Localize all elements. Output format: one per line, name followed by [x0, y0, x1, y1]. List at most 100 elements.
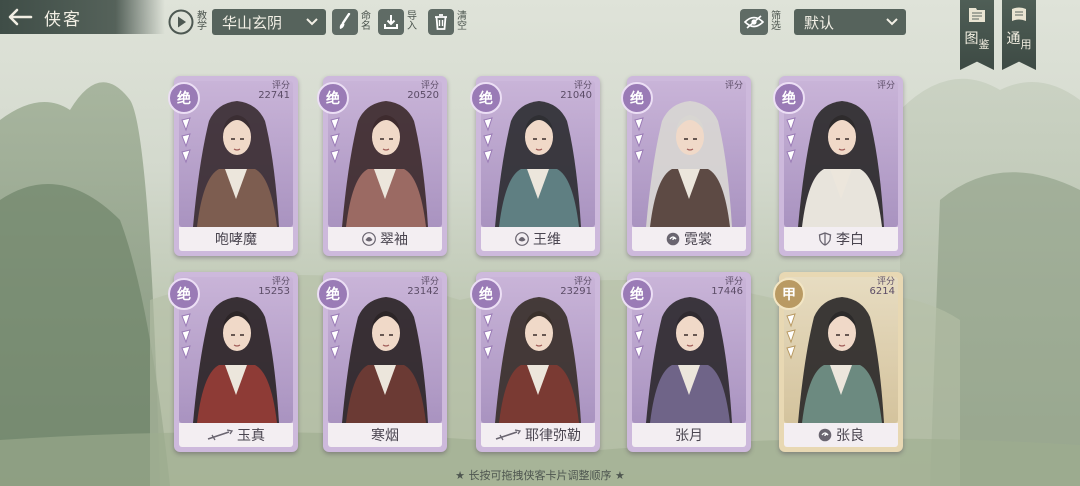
rank-badge: 绝 [470, 82, 502, 114]
eye-slash-icon [740, 9, 768, 35]
score-block: 评分 6214 [870, 277, 895, 297]
sort-dropdown[interactable]: 默认 [794, 9, 906, 35]
hero-name-bar: 寒烟 [328, 423, 442, 447]
score-value: 6214 [869, 286, 895, 297]
back-button[interactable]: 侠客 [0, 0, 165, 34]
rank-badge: 绝 [621, 278, 653, 310]
rename-label: 命名 [361, 11, 371, 32]
top-bar: 侠客 教学 华山玄阴 命名 导入 清空 筛选 默认 [0, 0, 1080, 40]
skill-pips-icon [181, 117, 191, 164]
hero-name-bar: 王维 [481, 227, 595, 251]
skill-pips-icon [634, 117, 644, 164]
filter-button[interactable]: 筛选 [740, 8, 782, 36]
general-label-2: 用 [1020, 38, 1032, 51]
score-block: 评分 20520 [407, 81, 439, 101]
lotus-icon [515, 232, 529, 246]
chevron-down-icon [306, 18, 318, 26]
sword-icon [495, 429, 521, 441]
skill-pips-icon [330, 117, 340, 164]
trash-icon [428, 9, 454, 35]
tutorial-label: 教学 [197, 11, 207, 32]
clear-label: 清空 [457, 11, 467, 32]
score-block: 评分 15253 [258, 277, 290, 297]
hero-name: 耶律弥勒 [525, 428, 581, 444]
rank-badge: 绝 [168, 278, 200, 310]
shield-icon [818, 232, 832, 246]
hero-name: 霓裳 [684, 232, 712, 248]
sword-icon [207, 429, 233, 441]
clear-button[interactable]: 清空 [428, 8, 468, 36]
rank-badge: 甲 [773, 278, 805, 310]
faction-dropdown[interactable]: 华山玄阴 [212, 9, 326, 35]
score-value: 21040 [560, 90, 592, 101]
sort-selected: 默认 [804, 13, 835, 32]
score-block: 评分 [725, 81, 743, 91]
general-button[interactable]: 通用 [1002, 0, 1036, 76]
brush-icon [332, 9, 358, 35]
filter-label: 筛选 [771, 11, 781, 32]
swirl-icon [818, 428, 832, 442]
hero-name-bar: 翠袖 [328, 227, 442, 251]
skill-pips-icon [786, 313, 796, 360]
faction-selected: 华山玄阴 [222, 13, 283, 32]
score-label: 评分 [876, 81, 895, 91]
general-label-1: 通 [1006, 31, 1021, 47]
skill-pips-icon [181, 313, 191, 360]
rank-badge: 绝 [317, 82, 349, 114]
atlas-button[interactable]: 图鉴 [960, 0, 994, 76]
score-value: 23291 [560, 286, 592, 297]
play-icon [168, 9, 194, 35]
book-icon [969, 8, 985, 22]
hero-card[interactable]: 评分 15253 绝 玉真 [168, 272, 298, 452]
hero-name: 玉真 [237, 428, 265, 444]
score-value: 22741 [258, 90, 290, 101]
hero-name-bar: 耶律弥勒 [481, 423, 595, 447]
back-arrow-icon [0, 0, 40, 34]
hero-card[interactable]: 评分 20520 绝 翠袖 [317, 76, 447, 256]
swirl-icon [666, 232, 680, 246]
rank-badge: 绝 [317, 278, 349, 310]
hero-name: 张月 [675, 428, 703, 444]
hero-card[interactable]: 评分 23291 绝 耶律弥勒 [470, 272, 600, 452]
hero-name-bar: 李白 [784, 227, 898, 251]
hero-name: 寒烟 [371, 428, 399, 444]
hero-name: 翠袖 [380, 232, 408, 248]
import-icon [378, 9, 404, 35]
lotus-icon [362, 232, 376, 246]
hero-card[interactable]: 评分 22741 绝 咆哮魔 [168, 76, 298, 256]
tutorial-button[interactable]: 教学 [168, 8, 208, 36]
score-value: 17446 [711, 286, 743, 297]
hero-card[interactable]: 评分 21040 绝 王维 [470, 76, 600, 256]
rename-button[interactable]: 命名 [332, 8, 372, 36]
hero-name: 咆哮魔 [215, 232, 257, 248]
rank-badge: 绝 [168, 82, 200, 114]
hero-card[interactable]: 评分 17446 绝 张月 [621, 272, 751, 452]
import-button[interactable]: 导入 [378, 8, 418, 36]
score-block: 评分 23291 [560, 277, 592, 297]
score-block: 评分 22741 [258, 81, 290, 101]
rank-badge: 绝 [773, 82, 805, 114]
skill-pips-icon [634, 313, 644, 360]
score-value: 20520 [407, 90, 439, 101]
skill-pips-icon [786, 117, 796, 164]
hero-name-bar: 张月 [632, 423, 746, 447]
atlas-label-1: 图 [964, 31, 979, 47]
hero-card[interactable]: 评分 6214 甲 张良 [773, 272, 903, 452]
hero-name: 王维 [533, 232, 561, 248]
rank-badge: 绝 [621, 82, 653, 114]
chevron-down-icon [886, 18, 898, 26]
hero-card[interactable]: 评分 绝 李白 [773, 76, 903, 256]
hero-name-bar: 霓裳 [632, 227, 746, 251]
skill-pips-icon [330, 313, 340, 360]
skill-pips-icon [483, 117, 493, 164]
score-block: 评分 23142 [407, 277, 439, 297]
score-label: 评分 [724, 81, 743, 91]
hero-name-bar: 张良 [784, 423, 898, 447]
score-value: 15253 [258, 286, 290, 297]
hero-card[interactable]: 评分 23142 绝 寒烟 [317, 272, 447, 452]
import-label: 导入 [407, 11, 417, 32]
score-value: 23142 [407, 286, 439, 297]
drag-hint: ★ 长按可拖拽侠客卡片调整顺序 ★ [455, 469, 625, 482]
hero-card[interactable]: 评分 绝 霓裳 [621, 76, 751, 256]
skill-pips-icon [483, 313, 493, 360]
